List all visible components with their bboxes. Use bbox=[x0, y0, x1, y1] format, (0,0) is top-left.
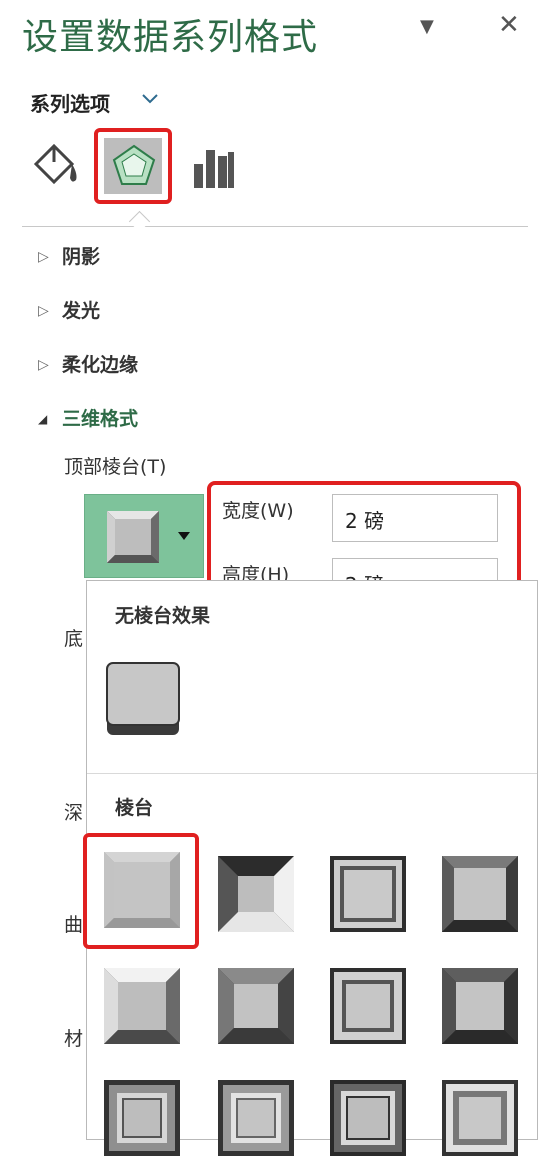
expand-arrow-icon: ▷ bbox=[38, 357, 49, 373]
bevel-heading: 棱台 bbox=[115, 797, 154, 819]
bevel-option-divot[interactable] bbox=[103, 1079, 181, 1157]
bevel-option-angle[interactable] bbox=[103, 967, 181, 1045]
bevel-option-cool-slant[interactable] bbox=[441, 855, 519, 933]
bevel-option-hard-edge[interactable] bbox=[329, 1079, 407, 1157]
contour-label: 曲 bbox=[64, 914, 84, 936]
section-3d-format[interactable]: ◢ 三维格式 bbox=[38, 404, 138, 431]
bevel-option-relaxed-inset[interactable] bbox=[217, 855, 295, 933]
bevel-gallery-popup: 无棱台效果 棱台 bbox=[83, 580, 538, 1156]
section-soft-edges[interactable]: ▷ 柔化边缘 bbox=[38, 350, 138, 377]
bevel-option-cross[interactable] bbox=[329, 855, 407, 933]
gallery-divider bbox=[87, 773, 537, 774]
section-glow[interactable]: ▷ 发光 bbox=[38, 296, 100, 323]
series-options-selector[interactable]: 系列选项 bbox=[30, 88, 110, 117]
material-label: 材 bbox=[64, 1028, 84, 1050]
bottom-bevel-label: 底 bbox=[64, 628, 84, 650]
pentagon-icon bbox=[112, 144, 156, 185]
bevel-option-convex[interactable] bbox=[329, 967, 407, 1045]
tab-effects[interactable] bbox=[94, 128, 172, 204]
paint-bucket-icon[interactable] bbox=[30, 140, 82, 192]
depth-label: 深 bbox=[64, 802, 84, 824]
pane-title: 设置数据系列格式 bbox=[22, 17, 319, 58]
caret-down-icon bbox=[178, 532, 190, 540]
chevron-down-icon[interactable] bbox=[140, 90, 160, 106]
top-bevel-label: 顶部棱台(T) bbox=[64, 456, 167, 478]
no-bevel-option[interactable] bbox=[103, 659, 183, 739]
bevel-option-soft-round[interactable] bbox=[217, 967, 295, 1045]
bevel-option-art-deco[interactable] bbox=[441, 1079, 519, 1157]
bevel-option-riblet[interactable] bbox=[217, 1079, 295, 1157]
top-bevel-dropdown[interactable] bbox=[84, 494, 204, 578]
collapse-arrow-icon: ◢ bbox=[38, 412, 48, 426]
bar-chart-icon[interactable] bbox=[190, 144, 238, 190]
width-input[interactable]: 2 磅 bbox=[332, 494, 498, 542]
width-label: 宽度(W) bbox=[222, 500, 294, 522]
section-shadow[interactable]: ▷ 阴影 bbox=[38, 242, 100, 269]
bevel-circle-icon bbox=[104, 852, 180, 928]
close-icon[interactable]: ✕ bbox=[498, 10, 520, 40]
pane-options-dropdown-icon[interactable]: ▼ bbox=[420, 16, 434, 37]
bevel-option-slope[interactable] bbox=[441, 967, 519, 1045]
bevel-preview-icon bbox=[107, 511, 159, 563]
no-bevel-heading: 无棱台效果 bbox=[115, 605, 211, 627]
bevel-option-circle[interactable] bbox=[83, 833, 199, 949]
tab-divider bbox=[22, 226, 528, 227]
expand-arrow-icon: ▷ bbox=[38, 303, 49, 319]
tab-notch bbox=[128, 210, 151, 233]
expand-arrow-icon: ▷ bbox=[38, 249, 49, 265]
